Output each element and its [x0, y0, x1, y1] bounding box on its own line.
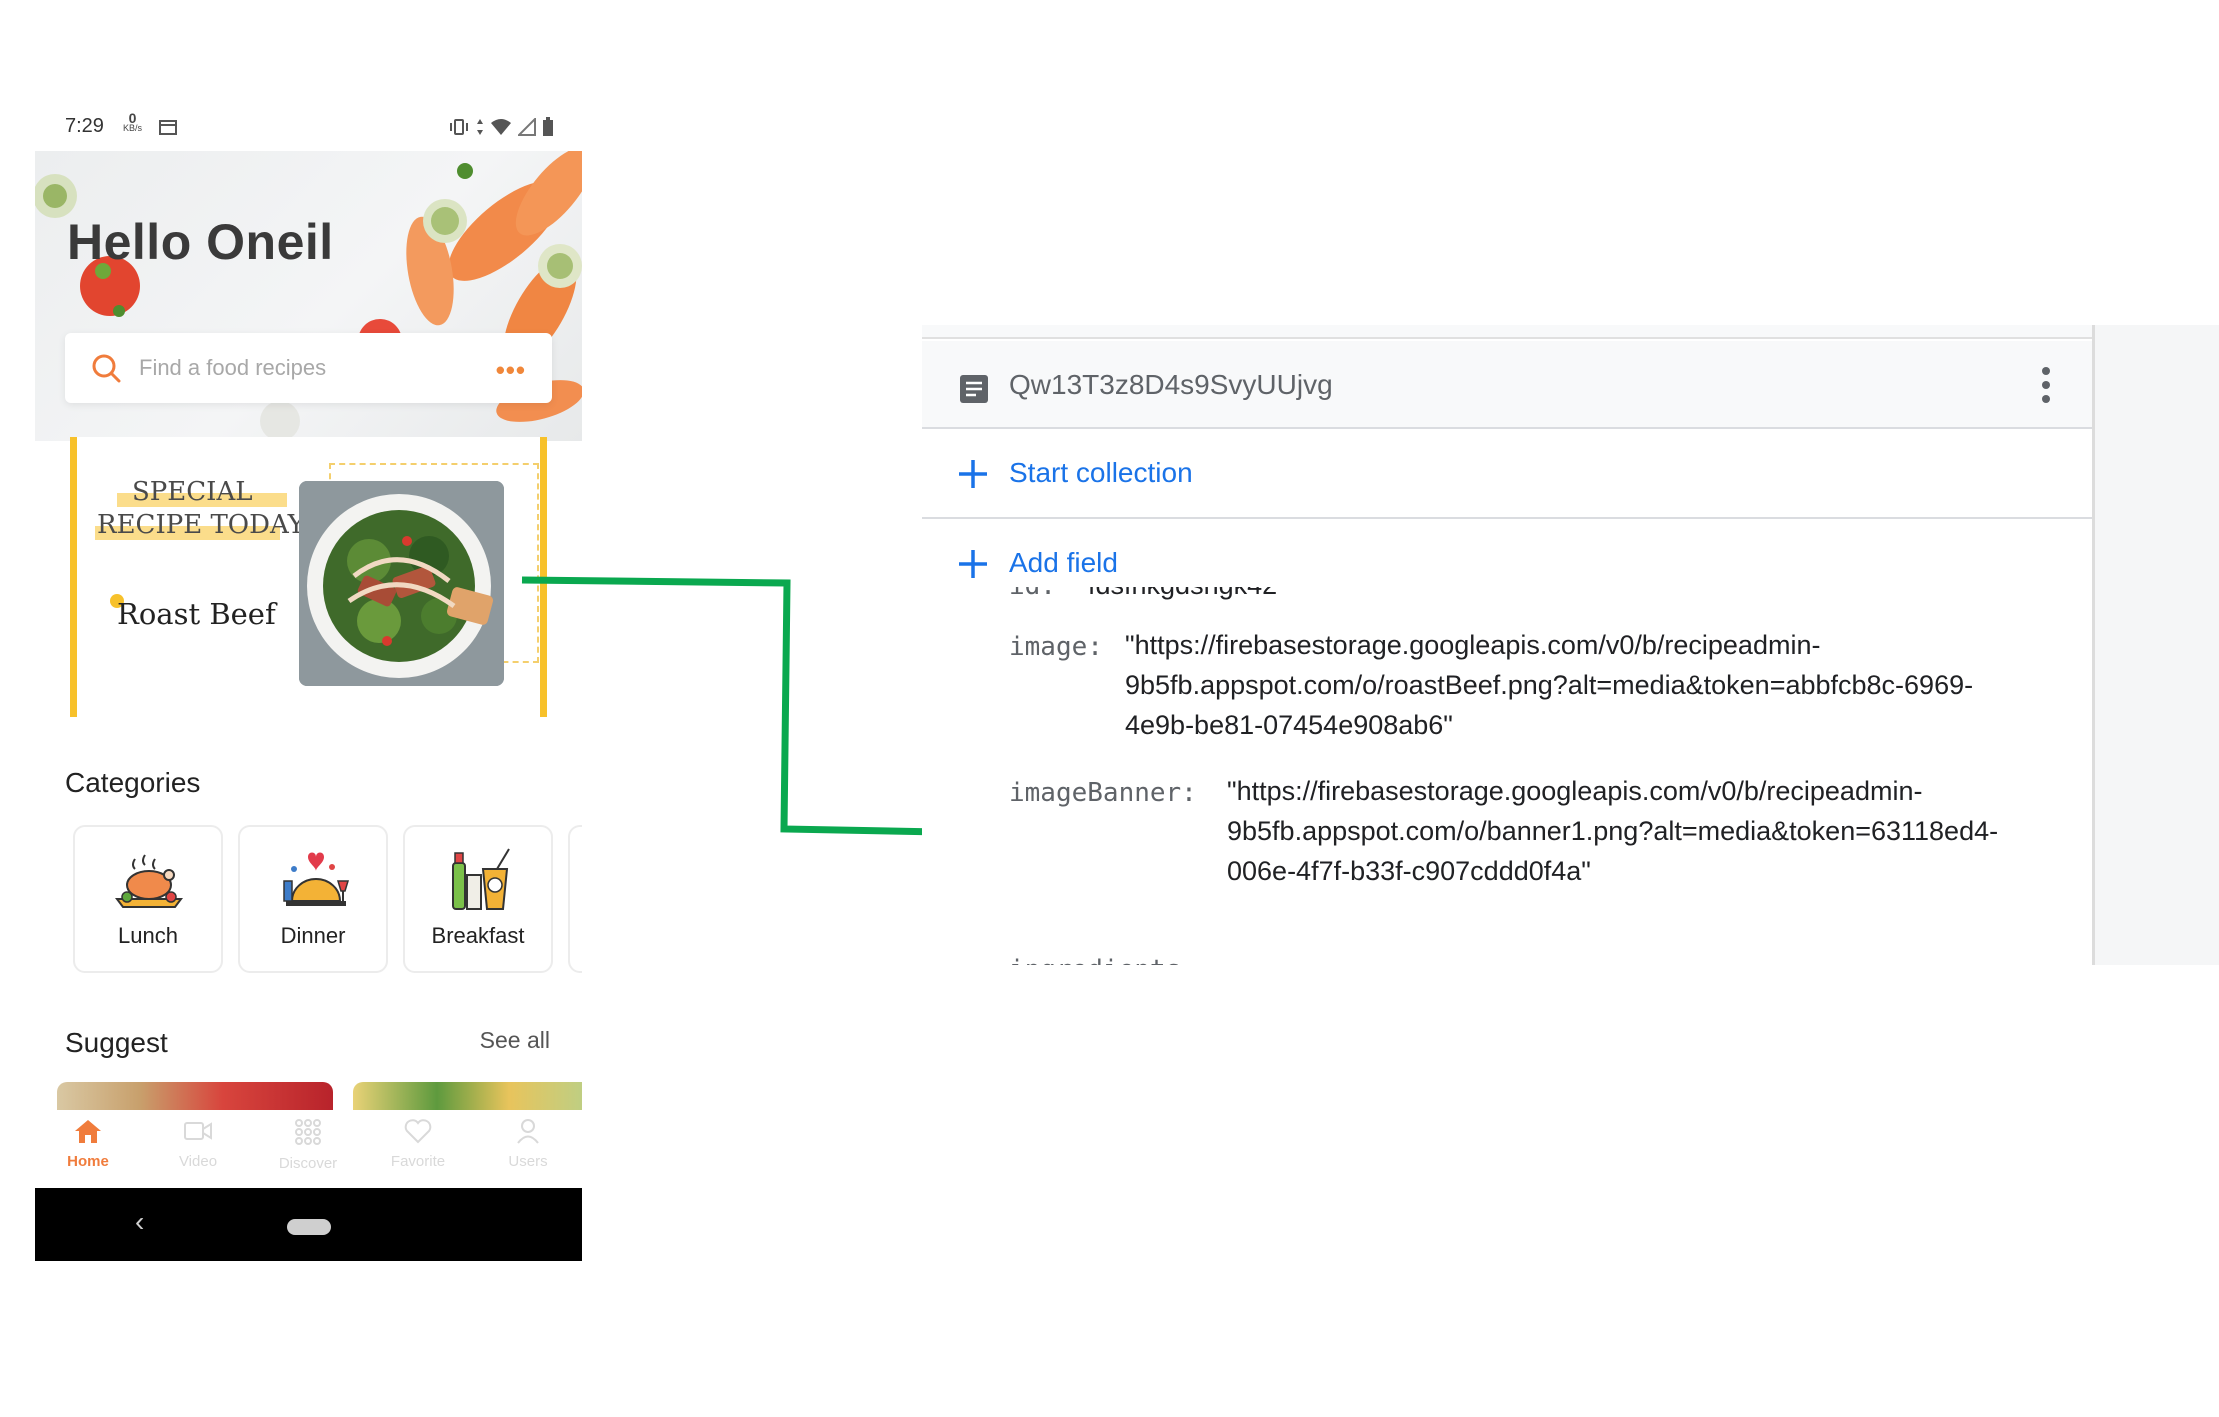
suggest-title: Suggest — [65, 1027, 168, 1058]
tab-label: Favorite — [390, 1153, 446, 1170]
status-bar: 7:29 0 KB/s — [35, 107, 582, 151]
data-arrows-icon — [476, 118, 484, 141]
category-label: Lunch — [118, 923, 178, 948]
field-value-line: "https://firebasestorage.googleapis.com/… — [1125, 630, 1821, 660]
tab-label: Discover — [278, 1155, 338, 1172]
home-pill-icon[interactable] — [287, 1219, 331, 1235]
category-card-breakfast[interactable]: Breakfast — [403, 825, 553, 973]
plus-icon — [956, 457, 990, 496]
network-speed: 0 KB/s — [123, 110, 143, 133]
special-recipe-name: Roast Beef — [117, 597, 276, 631]
category-card-lunch[interactable]: Lunch — [73, 825, 223, 973]
field-value-line: 4e9b-be81-07454e908ab6" — [1125, 710, 1453, 740]
tab-label: Users — [508, 1153, 548, 1170]
cell-signal-icon — [516, 116, 536, 141]
network-speed-unit: KB/s — [123, 123, 143, 133]
special-recipe-card[interactable]: SPECIAL RECIPE TODAY Roast Beef — [70, 437, 547, 717]
tab-label: Video — [178, 1153, 218, 1170]
field-value-line: "https://firebasestorage.googleapis.com/… — [1227, 776, 1923, 806]
field-value[interactable]: "https://firebasestorage.googleapis.com/… — [1125, 625, 1973, 745]
grid-dots-icon — [293, 1119, 323, 1150]
tab-home[interactable]: Home — [35, 1118, 143, 1170]
panel-top-border — [922, 325, 2092, 339]
tab-users[interactable]: Users — [473, 1118, 582, 1170]
field-key: imageBanner: — [1009, 778, 1197, 808]
tab-favorite[interactable]: Favorite — [363, 1118, 473, 1170]
firestore-document-panel: Qw13T3z8D4s9SvyUUjvg Start collection Ad… — [922, 325, 2219, 965]
search-icon — [91, 353, 121, 388]
recipe-photo — [299, 481, 504, 686]
field-value: fdsfnkgdsngk42 — [1088, 587, 1277, 605]
document-icon — [959, 374, 989, 409]
breakfast-drinks-icon — [443, 845, 515, 922]
video-icon — [183, 1122, 213, 1148]
document-fields: id: fdsfnkgdsngk42 image: "https://fireb… — [922, 587, 2092, 965]
panel-side-strip — [2092, 325, 2219, 965]
special-label-line1: SPECIAL — [132, 477, 253, 507]
search-bar[interactable]: Find a food recipes ••• — [65, 333, 552, 403]
user-icon — [513, 1119, 543, 1148]
network-speed-value: 0 — [128, 110, 137, 126]
category-card-dinner[interactable]: Dinner — [238, 825, 388, 973]
field-value-line: 9b5fb.appspot.com/o/roastBeef.png?alt=me… — [1125, 670, 1974, 700]
calendar-icon — [159, 119, 177, 140]
tab-video[interactable]: Video — [143, 1118, 253, 1170]
special-label-line2: RECIPE TODAY — [97, 510, 305, 540]
battery-icon — [542, 117, 554, 142]
plus-icon — [956, 547, 990, 586]
add-field-label: Add field — [1009, 547, 1118, 578]
suggested-recipe-image[interactable] — [57, 1082, 333, 1112]
document-id: Qw13T3z8D4s9SvyUUjvg — [1009, 369, 1333, 400]
category-card-more[interactable] — [568, 825, 582, 973]
category-label: Breakfast — [431, 923, 525, 948]
field-key: ingredients — [1009, 955, 1181, 965]
vibrate-icon — [448, 118, 470, 141]
phone-screen: 7:29 0 KB/s Hello Oneil Find a food reci… — [35, 107, 582, 1261]
back-icon[interactable]: ‹ — [135, 1206, 144, 1238]
suggested-recipe-image[interactable] — [353, 1082, 582, 1112]
home-icon — [73, 1120, 103, 1148]
field-value-line: 006e-4f7f-b33f-c907cddd0f4a" — [1227, 856, 1591, 886]
category-label: Dinner — [280, 923, 346, 948]
start-collection-button[interactable]: Start collection — [922, 431, 2092, 519]
wifi-icon — [490, 118, 512, 141]
status-icons — [448, 116, 554, 142]
canvas: 7:29 0 KB/s Hello Oneil Find a food reci… — [0, 0, 2219, 1417]
start-collection-label: Start collection — [1009, 457, 1193, 488]
heart-icon — [403, 1119, 433, 1148]
document-header: Qw13T3z8D4s9SvyUUjvg — [922, 341, 2092, 429]
more-options-icon[interactable]: ••• — [496, 355, 526, 386]
field-value-line: 9b5fb.appspot.com/o/banner1.png?alt=medi… — [1227, 816, 1999, 846]
greeting-title: Hello Oneil — [67, 214, 334, 270]
status-time: 7:29 — [65, 115, 104, 137]
field-key: image: — [1009, 632, 1103, 662]
categories-list: Lunch Dinner Breakfast — [73, 825, 582, 975]
field-value[interactable]: "https://firebasestorage.googleapis.com/… — [1227, 771, 1998, 891]
tab-discover[interactable]: Discover — [253, 1118, 363, 1172]
dinner-cloche-icon — [278, 845, 350, 922]
search-placeholder: Find a food recipes — [139, 355, 327, 380]
roast-chicken-icon — [113, 845, 185, 922]
system-nav-bar: ‹ — [35, 1188, 582, 1261]
categories-title: Categories — [65, 767, 201, 798]
field-key: id: — [1009, 587, 1056, 601]
see-all-link[interactable]: See all — [480, 1027, 550, 1054]
tab-label: Home — [67, 1153, 109, 1170]
more-vert-icon[interactable] — [2040, 365, 2052, 410]
bottom-tab-bar: Home Video Discover Favorite Users — [35, 1110, 582, 1188]
